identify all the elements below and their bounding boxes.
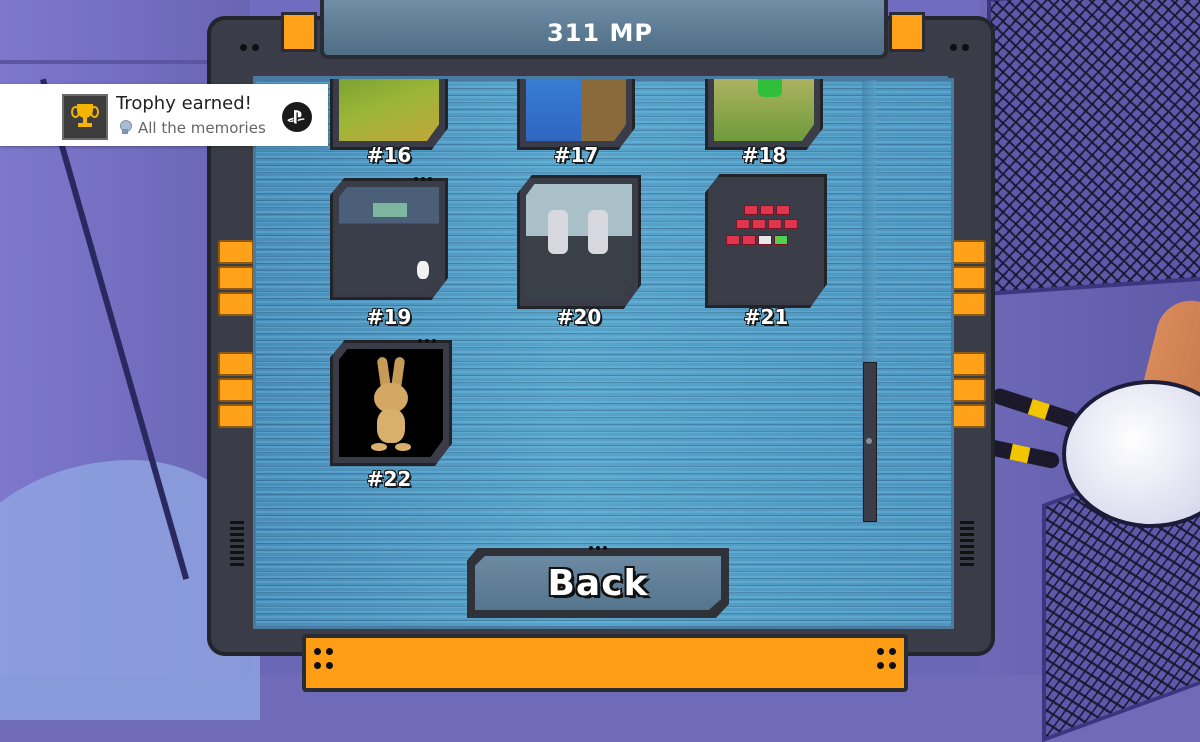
frame-orange-tab [281,12,317,52]
frame-rivets [314,662,333,669]
scrollbar-grip-icon [866,438,872,444]
bottom-orange-bar [302,634,908,692]
arena-scoreboard [373,203,407,217]
frame-side-stripe [218,378,254,402]
frame-orange-tab [889,12,925,52]
trophy-notification[interactable]: Trophy earned! All the memories [0,84,328,146]
frame-vent [230,520,244,566]
robot-rabbit-figure [548,210,568,254]
screen-border [253,76,948,79]
rabbit-figure [417,261,429,279]
frame-side-stripe [950,266,986,290]
grid-tile [768,219,782,229]
thumbnail-image [714,183,818,299]
frame-side-stripe [218,266,254,290]
frame-side-stripe [950,240,986,264]
rabbit-character-figure [361,356,421,457]
frame-rivets [314,648,333,655]
frame-rivets [950,44,969,51]
silver-trophy-icon [118,120,132,134]
thumbnail-label: #21 [743,305,789,329]
thumbnail-image [339,349,443,457]
grid-tile [758,235,772,245]
notification-title: Trophy earned! [116,93,252,114]
trophy-name: All the memories [138,119,266,137]
gallery-thumbnail-20[interactable] [517,175,641,309]
back-button[interactable]: Back [467,546,729,618]
grid-tile [784,219,798,229]
thumbnail-rivets [414,177,432,181]
frame-side-stripe [218,404,254,428]
grid-tile [752,219,766,229]
frame-rivets [240,44,259,51]
thumbnail-label: #17 [553,143,599,167]
mp-counter: 311 MP [547,19,653,47]
grid-tile [776,205,790,215]
frame-side-stripe [218,240,254,264]
thumbnail-image [526,184,632,300]
frame-rivets [877,648,896,655]
frame-side-stripe [218,292,254,316]
frame-side-stripe [950,292,986,316]
thumbnail-rivets [418,339,436,343]
grid-tile [774,235,788,245]
background-seam [0,60,220,64]
gallery-thumbnail-22[interactable] [330,339,452,466]
grid-tile [736,219,750,229]
frame-side-stripe [950,378,986,402]
frame-vent [960,520,974,566]
grid-tile [742,235,756,245]
thumbnail-label: #18 [741,143,787,167]
thumbnail-image [339,187,439,291]
grid-tile [744,205,758,215]
frame-side-stripe [218,352,254,376]
playstation-logo-glyph [287,110,305,124]
thumbnail-label: #19 [366,305,412,329]
trophy-icon [62,94,108,140]
thumbnail-label: #16 [366,143,412,167]
background-mesh-cage [987,0,1200,296]
back-button-label: Back [547,562,649,604]
grid-tile [726,235,740,245]
thumbnail-label: #20 [556,305,602,329]
frame-rivets [877,662,896,669]
thumbnail-label: #22 [366,467,412,491]
grid-tile [760,205,774,215]
playstation-icon [282,102,312,132]
frame-side-stripe [950,352,986,376]
robot-rabbit-figure [588,210,608,254]
frame-side-stripe [950,404,986,428]
gallery-thumbnail-21[interactable] [705,174,827,308]
gallery-thumbnail-19[interactable] [330,177,448,300]
